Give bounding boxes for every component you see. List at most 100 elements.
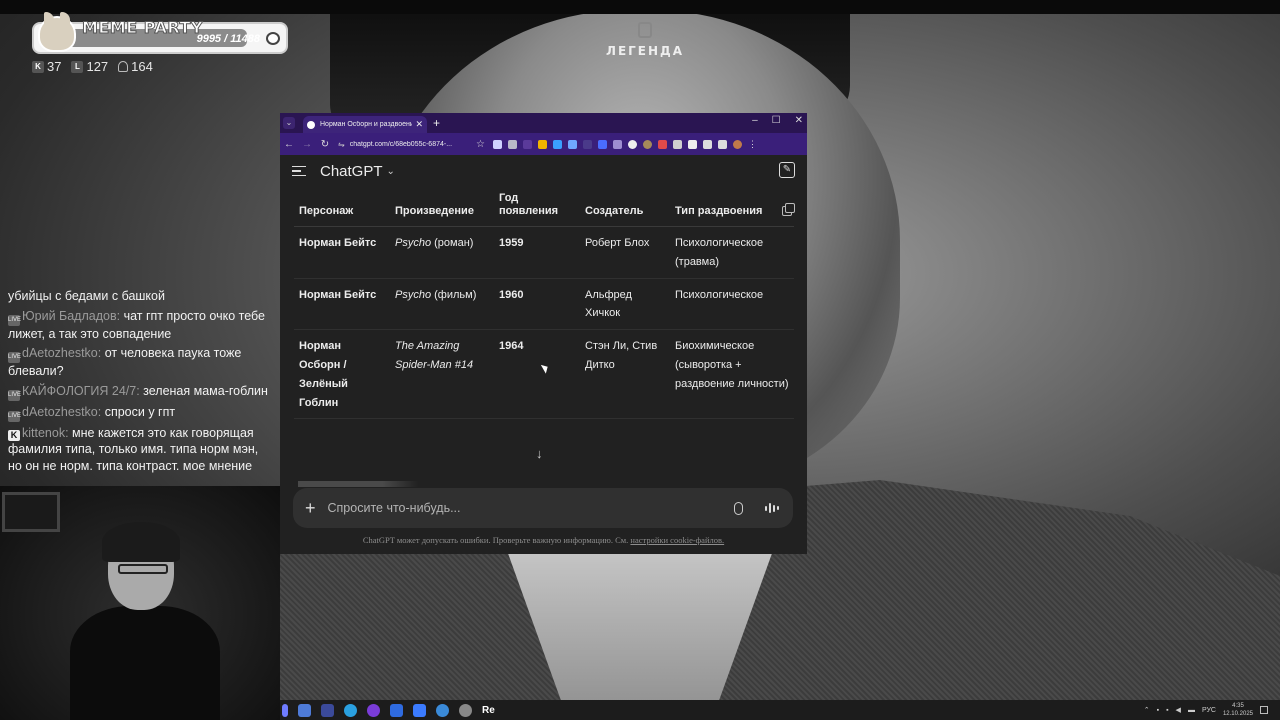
model-selector[interactable]: ChatGPT [320, 163, 383, 180]
extension-icon[interactable] [612, 139, 622, 149]
forward-icon[interactable]: → [302, 139, 312, 150]
microphone-icon[interactable] [734, 501, 743, 515]
tray-app-icon[interactable]: ▪ [1166, 707, 1168, 714]
cell-character: Норман Бейтс [294, 278, 390, 331]
scroll-down-icon[interactable]: ↓ [536, 446, 543, 461]
voice-mode-icon[interactable] [765, 502, 781, 514]
taskbar-app-icon[interactable] [413, 703, 426, 717]
new-tab-button[interactable]: + [433, 116, 440, 130]
window-controls: – ☐ ✕ [752, 115, 803, 126]
tray-chevron-icon[interactable]: ⌃ [1144, 706, 1150, 714]
vk-live-icon: L [71, 60, 84, 73]
chat-message: LIVEКАЙФОЛОГИЯ 24/7: зеленая мама-гоблин [8, 383, 272, 401]
viewer-stats: K 37 L 127 164 [32, 59, 153, 74]
vk-live-badge-icon: LIVE [8, 352, 21, 363]
chat-text: убийцы с бедами с башкой [8, 289, 165, 303]
work-title: Psycho [395, 288, 432, 301]
extension-icon[interactable] [627, 139, 637, 149]
taskbar-app-icon[interactable] [298, 703, 311, 717]
notifications-icon[interactable] [1260, 706, 1268, 714]
cell-type: Биохимическое (сыворотка + раздвоение ли… [670, 329, 794, 420]
back-icon[interactable]: ← [284, 139, 294, 150]
kick-icon: K [32, 60, 44, 73]
plus-icon[interactable]: + [305, 498, 316, 519]
tab-strip: ⌄ Норман Осборн и раздвоение ✕ + – ☐ ✕ [280, 113, 807, 133]
chat-username: dAetozhestko [22, 404, 98, 419]
extension-icon[interactable] [582, 139, 592, 149]
extension-icon[interactable] [567, 139, 577, 149]
table-header: Создатель [580, 187, 670, 227]
taskbar-app-label[interactable]: Re [482, 705, 495, 716]
clock-time: 4:35 [1232, 703, 1244, 709]
tab-search-icon[interactable]: ⌄ [283, 117, 295, 129]
tab-title: Норман Осборн и раздвоение [320, 121, 413, 128]
extension-icon[interactable] [642, 139, 652, 149]
cell-year: 1964 [494, 329, 580, 420]
clock-date: 12.10.2025 [1222, 711, 1253, 717]
maximize-icon[interactable]: ☐ [772, 115, 781, 126]
more-menu-icon[interactable]: ⋮ [748, 139, 757, 149]
taskbar-app-icon[interactable] [436, 703, 449, 717]
extension-icon[interactable] [657, 139, 667, 149]
profile-avatar-icon[interactable] [732, 139, 742, 149]
sidebar-menu-icon[interactable] [292, 166, 306, 176]
prompt-input[interactable] [327, 501, 734, 515]
close-window-icon[interactable]: ✕ [795, 115, 803, 126]
stat-vk-value: 127 [86, 59, 109, 74]
chat-username: dAetozhestko [22, 346, 98, 360]
download-icon[interactable] [717, 139, 727, 149]
table-row: Норман Бейтс Psycho (роман) 1959 Роберт … [294, 226, 794, 279]
response-table-container: Персонаж Произведение Год появления Созд… [280, 187, 807, 487]
kick-badge-icon: K [8, 429, 20, 441]
tab-chatgpt[interactable]: Норман Осборн и раздвоение ✕ [303, 116, 427, 133]
legend-mark-icon [638, 22, 652, 38]
speaker-icon[interactable]: ◀ [1176, 706, 1181, 714]
tab-close-icon[interactable]: ✕ [415, 119, 423, 130]
cookie-settings-link[interactable]: настройки cookie-файлов. [630, 535, 724, 545]
lang-indicator[interactable]: РУС [1202, 707, 1216, 714]
meme-party-progress: MEME PARTY 9995 / 11488 [32, 12, 288, 54]
extension-icon[interactable] [552, 139, 562, 149]
table-header: Персонаж [294, 187, 390, 227]
work-note: (фильм) [431, 288, 477, 301]
extension-icon[interactable] [507, 139, 517, 149]
minimize-icon[interactable]: – [752, 115, 758, 126]
viewers-icon [118, 61, 129, 72]
stat-vk: L 127 [71, 59, 108, 74]
table-header: Произведение [390, 187, 494, 227]
extension-icon[interactable] [672, 139, 682, 149]
chat-username: kittenok [22, 425, 66, 440]
chat-username: Юрий Бадлaдов [22, 308, 117, 323]
extension-icon[interactable] [522, 139, 532, 149]
extension-icon[interactable] [537, 139, 547, 149]
puzzle-icon[interactable] [702, 139, 712, 149]
taskbar-app-icon[interactable] [459, 703, 472, 717]
taskbar-app-icon[interactable] [367, 703, 380, 717]
tray-app-icon[interactable]: ▪ [1157, 707, 1159, 714]
address-bar[interactable]: ⇋ chatgpt.com/c/68eb055c-6874-... [338, 140, 468, 149]
battery-icon[interactable]: ▬ [1188, 707, 1195, 714]
taskbar-app-icon[interactable] [282, 703, 288, 717]
doge-icon [38, 12, 76, 52]
chevron-down-icon[interactable]: ⌄ [387, 166, 395, 177]
taskbar-app-icon[interactable] [390, 703, 403, 717]
new-chat-icon[interactable]: ✎ [779, 162, 795, 178]
cell-creator: Роберт Блох [580, 226, 670, 279]
chat-message: LIVEdAetozhestko: от человека паука тоже… [8, 346, 242, 378]
address-url: chatgpt.com/c/68eb055c-6874-... [349, 140, 453, 148]
taskbar-app-icon[interactable] [321, 703, 334, 717]
cell-work: The Amazing Spider-Man #14 [390, 329, 494, 420]
extension-icon[interactable] [597, 139, 607, 149]
table-header: Год появления [494, 187, 580, 227]
clock[interactable]: 4:35 12.10.2025 [1223, 702, 1253, 718]
copy-table-icon[interactable] [782, 203, 795, 216]
taskbar-app-icon[interactable] [344, 703, 357, 717]
reload-icon[interactable]: ↻ [320, 139, 330, 150]
browser-window: ⌄ Норман Осборн и раздвоение ✕ + – ☐ ✕ ←… [280, 113, 807, 554]
bookmark-star-icon[interactable]: ☆ [476, 139, 485, 150]
bear-icon [266, 32, 280, 45]
chat-message: Kkittenok: мне кажется это как говорящая… [8, 425, 259, 473]
site-info-icon[interactable]: ⇋ [338, 140, 345, 149]
extension-icon[interactable] [687, 139, 697, 149]
extension-icon[interactable] [492, 139, 502, 149]
